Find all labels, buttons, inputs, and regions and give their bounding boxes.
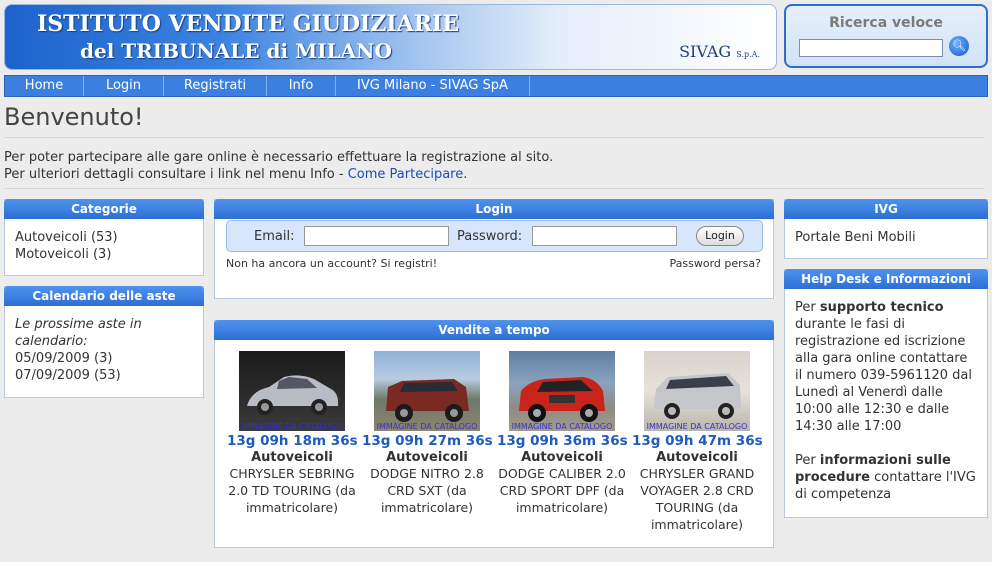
vendite-box: Vendite a tempo IMMAGINE DA CATALOGO 13g… [214, 320, 774, 548]
vehicle-image[interactable]: IMMAGINE DA CATALOGO [509, 351, 615, 431]
login-title: Login [214, 199, 774, 219]
nav-login[interactable]: Login [84, 76, 164, 96]
helpdesk-support-text: Per supporto tecnico durante le fasi di … [795, 300, 973, 434]
email-label: Email: [254, 229, 295, 244]
auction-category: Autoveicoli [521, 450, 603, 465]
helpdesk-title: Help Desk e Informazioni [784, 269, 988, 289]
divider [4, 137, 984, 138]
auction-item[interactable]: IMMAGINE DA CATALOGO 13g 09h 18m 36s Aut… [227, 351, 358, 516]
quick-search-input[interactable] [799, 39, 943, 57]
intro-text: Per poter partecipare alle gare online è… [4, 150, 554, 182]
forgot-password-link[interactable]: Password persa? [670, 257, 761, 270]
countdown: 13g 09h 27m 36s [362, 433, 493, 449]
vehicle-image[interactable]: IMMAGINE DA CATALOGO [644, 351, 750, 431]
email-field[interactable] [304, 226, 449, 246]
vehicle-image[interactable]: IMMAGINE DA CATALOGO [239, 351, 345, 431]
auction-title[interactable]: CHRYSLER GRAND VOYAGER 2.8 CRD TOURING (… [632, 465, 762, 533]
login-button[interactable]: Login [696, 226, 744, 246]
category-link[interactable]: Motoveicoli (3) [15, 246, 193, 263]
ivg-box: IVG Portale Beni Mobili [784, 199, 988, 259]
ivg-title: IVG [784, 199, 988, 219]
nav-ivg-milano[interactable]: IVG Milano - SIVAG SpA [336, 76, 530, 96]
auction-title[interactable]: DODGE CALIBER 2.0 CRD SPORT DPF (da imma… [497, 465, 627, 516]
calendario-box: Calendario delle aste Le prossime aste i… [4, 286, 204, 398]
auction-category: Autoveicoli [251, 450, 333, 465]
category-link[interactable]: Autoveicoli (53) [15, 229, 193, 246]
auction-category: Autoveicoli [386, 450, 468, 465]
auction-category: Autoveicoli [656, 450, 738, 465]
password-field[interactable] [532, 226, 677, 246]
calendario-intro: Le prossime aste in calendario: [15, 317, 142, 349]
vehicle-image[interactable]: IMMAGINE DA CATALOGO [374, 351, 480, 431]
brand-logo: SIVAG S.p.A. [679, 42, 760, 61]
main-nav: Home Login Registrati Info IVG Milano - … [4, 75, 988, 97]
calendario-title: Calendario delle aste [4, 286, 204, 306]
nav-info[interactable]: Info [267, 76, 336, 96]
auction-item[interactable]: IMMAGINE DA CATALOGO 13g 09h 36m 36s Aut… [497, 351, 628, 516]
calendario-date[interactable]: 07/09/2009 (53) [15, 367, 193, 384]
page-title: Benvenuto! [4, 103, 144, 131]
login-form: Email: Password: Login [226, 220, 763, 252]
divider [4, 188, 984, 189]
site-title-line2: del TRIBUNALE di MILANO [80, 39, 392, 63]
calendario-date[interactable]: 05/09/2009 (3) [15, 350, 193, 367]
auction-item[interactable]: IMMAGINE DA CATALOGO 13g 09h 47m 36s Aut… [632, 351, 763, 533]
password-label: Password: [457, 229, 523, 244]
nav-home[interactable]: Home [5, 76, 84, 96]
site-title-line1: ISTITUTO VENDITE GIUDIZIARIE [37, 11, 460, 37]
quick-search-label: Ricerca veloce [829, 15, 943, 31]
categorie-title: Categorie [4, 199, 204, 219]
site-header: ISTITUTO VENDITE GIUDIZIARIE del TRIBUNA… [4, 4, 777, 70]
auction-title[interactable]: DODGE NITRO 2.8 CRD SXT (da immatricolar… [362, 465, 492, 516]
come-partecipare-link[interactable]: Come Partecipare [348, 167, 464, 182]
countdown: 13g 09h 18m 36s [227, 433, 358, 449]
register-link[interactable]: Non ha ancora un account? Si registri! [226, 257, 437, 270]
countdown: 13g 09h 47m 36s [632, 433, 763, 449]
nav-registrati[interactable]: Registrati [164, 76, 267, 96]
quick-search-panel: Ricerca veloce 🔍︎ [784, 4, 988, 68]
vendite-title: Vendite a tempo [214, 320, 774, 340]
portale-beni-mobili-link[interactable]: Portale Beni Mobili [795, 229, 977, 246]
auction-item[interactable]: IMMAGINE DA CATALOGO 13g 09h 27m 36s Aut… [362, 351, 493, 516]
categorie-box: Categorie Autoveicoli (53) Motoveicoli (… [4, 199, 204, 276]
search-icon[interactable]: 🔍︎ [949, 36, 969, 56]
helpdesk-info-text: Per informazioni sulle procedure contatt… [795, 453, 976, 502]
auction-title[interactable]: CHRYSLER SEBRING 2.0 TD TOURING (da imma… [227, 465, 357, 516]
countdown: 13g 09h 36m 36s [497, 433, 628, 449]
helpdesk-box: Help Desk e Informazioni Per supporto te… [784, 269, 988, 518]
login-box: Login Email: Password: Login Non ha anco… [214, 199, 774, 299]
